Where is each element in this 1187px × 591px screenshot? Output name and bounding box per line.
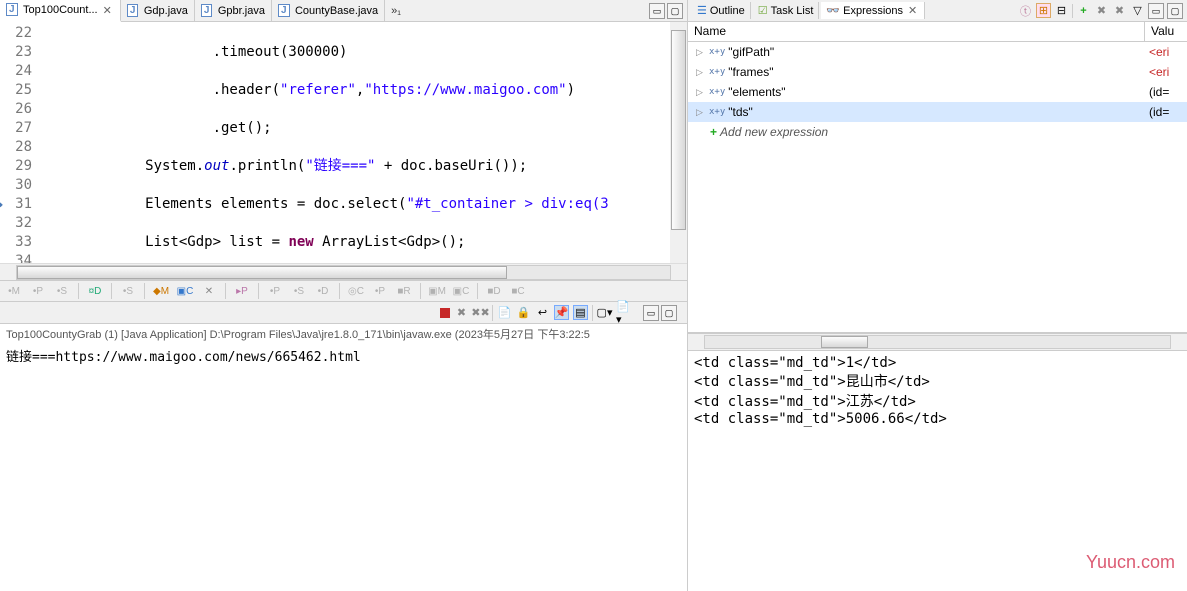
watch-icon: x+y [709,87,725,97]
display-selected-icon[interactable]: ▤ [573,305,588,320]
detail-line: <td class="md_td">5006.66</td> [694,411,1181,427]
outline-icon: ☰ [697,4,707,17]
maximize-view-button[interactable]: ▢ [667,3,683,19]
add-expression-row[interactable]: + Add new expression [688,122,1187,142]
tab-gdp[interactable]: Gdp.java [121,0,195,22]
marker-p3-icon[interactable]: • P [267,283,283,299]
minimize-expressions-button[interactable]: ▭ [1148,3,1164,19]
tree-icon[interactable]: ⊞ [1036,3,1051,18]
expressions-icon: 👓 [826,4,840,17]
expression-row[interactable]: ▷x+y"tds" (id= [688,102,1187,122]
right-view-tabs: ☰ Outline ☑ Task List 👓 Expressions ✕ ⓣ … [688,0,1187,22]
marker-c4-icon[interactable]: ■ C [510,283,526,299]
tab-label: Gpbr.java [218,5,265,17]
marker-m2-icon[interactable]: ◆ M [153,283,169,299]
detail-line: <td class="md_td">1</td> [694,355,1181,371]
new-console-icon[interactable]: 📄▾ [616,305,631,320]
java-file-icon [6,3,20,17]
remove-expression-icon[interactable]: ✖ [1094,3,1109,18]
line-gutter: 222324 252627 282930 313233 343536 37 [0,22,40,263]
watermark: Yuucn.com [1086,552,1175,573]
detail-line: <td class="md_td">江苏</td> [694,391,1181,411]
column-name[interactable]: Name [688,22,1145,41]
maximize-expressions-button[interactable]: ▢ [1167,3,1183,19]
expand-icon[interactable]: ▷ [696,107,706,118]
detail-hscrollbar[interactable] [688,334,1187,351]
word-wrap-icon[interactable]: ↩ [535,305,550,320]
terminate-button[interactable] [440,308,450,318]
tab-outline[interactable]: ☰ Outline [692,2,751,19]
marker-s3-icon[interactable]: • S [291,283,307,299]
marker-p4-icon[interactable]: • P [372,283,388,299]
view-menu-icon[interactable]: ▽ [1130,3,1145,18]
editor-hscrollbar[interactable] [0,263,687,280]
clear-console-icon[interactable]: 📄 [497,305,512,320]
java-file-icon [278,4,292,18]
editor-tab-bar: Top100Count... ✕ Gdp.java Gpbr.java Coun… [0,0,687,22]
expression-row[interactable]: ▷x+y"gifPath" <eri [688,42,1187,62]
tab-label: Top100Count... [23,4,98,16]
detail-line: <td class="md_td">昆山市</td> [694,371,1181,391]
watch-icon: x+y [709,107,725,117]
marker-c2-icon[interactable]: ◎ C [348,283,364,299]
editor-vscrollbar[interactable] [670,22,687,263]
marker-c-icon[interactable]: ▣ C [177,283,193,299]
expressions-header: Name Valu [688,22,1187,42]
close-icon[interactable]: ✕ [101,4,114,17]
console-description: Top100CountyGrab (1) [Java Application] … [0,324,687,342]
expressions-body[interactable]: ▷x+y"gifPath" <eri ▷x+y"frames" <eri ▷x+… [688,42,1187,332]
collapse-all-icon[interactable]: ⊟ [1054,3,1069,18]
marker-d-icon[interactable]: ¤ D [87,283,103,299]
tab-countybase[interactable]: CountyBase.java [272,0,385,22]
marker-s-icon[interactable]: • S [54,283,70,299]
java-file-icon [127,4,141,18]
tab-expressions[interactable]: 👓 Expressions ✕ [821,2,925,19]
java-file-icon [201,4,215,18]
tab-tasklist[interactable]: ☑ Task List [753,2,820,19]
marker-p-icon[interactable]: • P [30,283,46,299]
remove-all-icon[interactable]: ✖✖ [473,305,488,320]
expand-icon[interactable]: ▷ [696,47,706,58]
watch-icon: x+y [709,67,725,77]
remove-all-expressions-icon[interactable]: ✖ [1112,3,1127,18]
tab-label: CountyBase.java [295,5,378,17]
console-toolbar: ✖ ✖✖ 📄 🔒 ↩ 📌 ▤ ▢▾ 📄▾ ▭ ▢ [0,302,687,324]
tab-label: Gdp.java [144,5,188,17]
tasklist-icon: ☑ [758,4,768,17]
expand-icon[interactable]: ▷ [696,87,706,98]
minimize-view-button[interactable]: ▭ [649,3,665,19]
minimize-console-button[interactable]: ▭ [643,305,659,321]
marker-c3-icon[interactable]: ▣ C [453,283,469,299]
watch-icon: x+y [709,47,725,57]
tab-gpbr[interactable]: Gpbr.java [195,0,272,22]
marker-m3-icon[interactable]: ▣ M [429,283,445,299]
scroll-lock-icon[interactable]: 🔒 [516,305,531,320]
add-expression-icon[interactable]: + [1076,3,1091,18]
marker-d3-icon[interactable]: ■ D [486,283,502,299]
debug-toolbar: • M • P • S ¤ D • S ◆ M ▣ C ✕ ▸ P • P • … [0,280,687,302]
marker-d2-icon[interactable]: • D [315,283,331,299]
pin-console-icon[interactable]: 📌 [554,305,569,320]
marker-p2-icon[interactable]: ▸ P [234,283,250,299]
column-value[interactable]: Valu [1145,22,1187,41]
tab-top100[interactable]: Top100Count... ✕ [0,0,121,22]
code-editor[interactable]: 222324 252627 282930 313233 343536 37 .t… [0,22,687,263]
add-icon: + [710,125,717,139]
maximize-console-button[interactable]: ▢ [661,305,677,321]
expression-row[interactable]: ▷x+y"frames" <eri [688,62,1187,82]
marker-m-icon[interactable]: • M [6,283,22,299]
marker-s2-icon[interactable]: • S [120,283,136,299]
tab-overflow[interactable]: »₁ [385,5,407,17]
code-content[interactable]: .timeout(300000) .header("referer","http… [40,22,687,263]
console-output[interactable]: 链接===https://www.maigoo.com/news/665462.… [0,342,687,591]
close-icon[interactable]: ✕ [201,283,217,299]
marker-r-icon[interactable]: ■ R [396,283,412,299]
remove-launch-icon[interactable]: ✖ [454,305,469,320]
expression-row[interactable]: ▷x+y"elements" (id= [688,82,1187,102]
close-icon[interactable]: ✕ [906,4,919,17]
expand-icon[interactable]: ▷ [696,67,706,78]
show-type-names-icon[interactable]: ⓣ [1018,3,1033,18]
open-console-icon[interactable]: ▢▾ [597,305,612,320]
